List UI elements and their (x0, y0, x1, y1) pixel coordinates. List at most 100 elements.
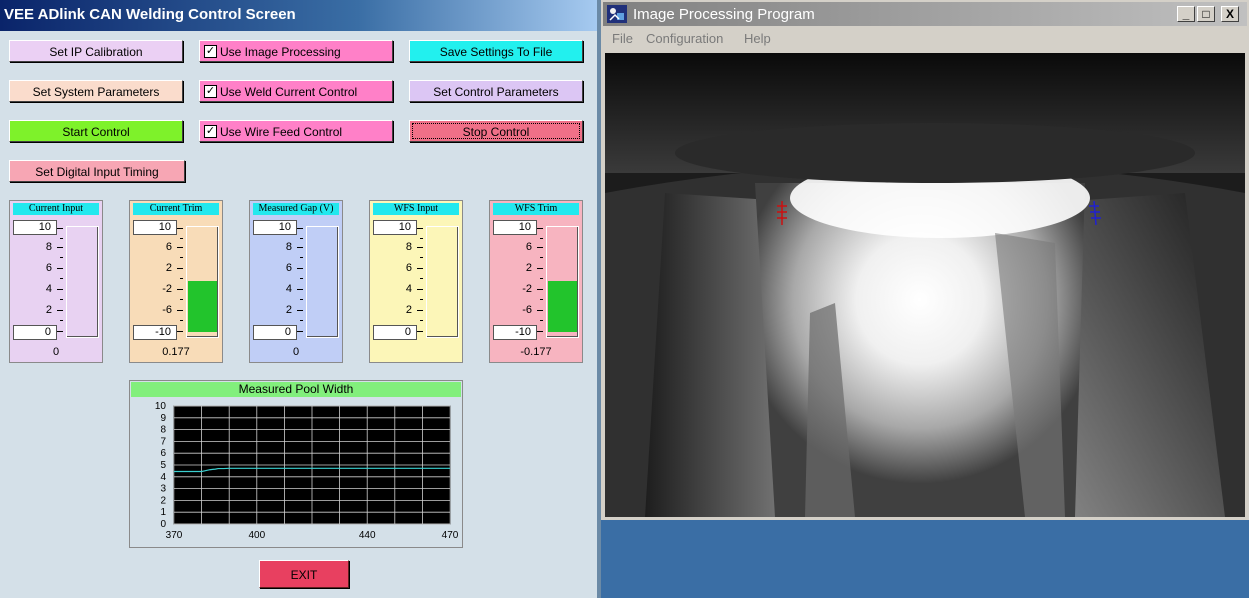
weld-camera-image (605, 53, 1245, 517)
x-tick-label: 470 (442, 530, 459, 541)
gauge-tick (177, 310, 183, 311)
weld-camera-view (605, 53, 1245, 517)
menu-file[interactable]: File (612, 31, 633, 46)
gauge-title: Current Trim (133, 203, 219, 215)
gauge-wfs-trim: WFS Trim 10 -10 -0.177 6 2 -2 -6 (489, 200, 583, 363)
checkbox-label: Use Wire Feed Control (220, 125, 343, 139)
start-control-button[interactable]: Start Control (9, 120, 183, 142)
gauge-max-input[interactable]: 10 (493, 220, 537, 235)
checkbox-label: Use Weld Current Control (220, 85, 358, 99)
gauge-tick-label: 6 (165, 241, 172, 253)
gauge-tick (177, 247, 183, 248)
gauge-min-input[interactable]: 0 (373, 325, 417, 340)
gauge-tick-label: 8 (405, 241, 412, 253)
gauge-tick (417, 289, 423, 290)
menu-help[interactable]: Help (744, 31, 771, 46)
maximize-button[interactable]: □ (1197, 6, 1215, 22)
set-ip-calibration-button[interactable]: Set IP Calibration (9, 40, 183, 62)
exit-button[interactable]: EXIT (259, 560, 349, 588)
gauge-current-input: Current Input 10 0 0 8 6 4 2 (9, 200, 103, 363)
set-system-parameters-button[interactable]: Set System Parameters (9, 80, 183, 102)
chart-title: Measured Pool Width (131, 382, 461, 397)
stop-control-button[interactable]: Stop Control (409, 120, 583, 142)
ipw-title-bar: Image Processing Program (603, 2, 1247, 26)
gauge-tick (417, 268, 423, 269)
y-tick-label: 6 (160, 448, 166, 459)
ipw-title-text: Image Processing Program (633, 6, 815, 23)
set-digital-input-timing-button[interactable]: Set Digital Input Timing (9, 160, 185, 182)
gauge-value: -0.177 (520, 346, 552, 358)
gauge-min-input[interactable]: -10 (133, 325, 177, 340)
gauge-tick (537, 310, 543, 311)
use-weld-current-control-checkbox[interactable]: ✓ Use Weld Current Control (199, 80, 393, 102)
gauge-minor-tick (60, 299, 63, 300)
y-tick-label: 9 (160, 413, 166, 424)
use-wire-feed-control-checkbox[interactable]: ✓ Use Wire Feed Control (199, 120, 393, 142)
gauge-max-input[interactable]: 10 (253, 220, 297, 235)
app-icon (607, 5, 627, 23)
y-tick-label: 1 (160, 507, 166, 518)
gauge-minor-tick (300, 278, 303, 279)
gauge-tick (57, 228, 63, 229)
checkbox-mark: ✓ (204, 125, 217, 138)
gauge-tick (537, 228, 543, 229)
gauge-min-input[interactable]: 0 (253, 325, 297, 340)
gauge-tick (537, 289, 543, 290)
gauge-tick (417, 331, 423, 332)
gauge-tick (297, 310, 303, 311)
gauge-minor-tick (540, 238, 543, 239)
gauge-tick (57, 247, 63, 248)
gauge-tick (177, 331, 183, 332)
y-tick-label: 7 (160, 436, 166, 447)
gauge-minor-tick (540, 257, 543, 258)
gauge-tick (297, 268, 303, 269)
gauge-minor-tick (300, 238, 303, 239)
gauge-tick (177, 289, 183, 290)
gauge-tick-label: 6 (45, 262, 52, 274)
save-settings-button[interactable]: Save Settings To File (409, 40, 583, 62)
gauge-minor-tick (420, 278, 423, 279)
gauge-tick-label: 2 (285, 304, 292, 316)
minimize-button[interactable]: _ (1177, 6, 1195, 22)
gauge-max-input[interactable]: 10 (373, 220, 417, 235)
checkbox-label: Use Image Processing (220, 45, 341, 59)
gauge-min-input[interactable]: 0 (13, 325, 57, 340)
gauge-minor-tick (60, 238, 63, 239)
gauge-max-input[interactable]: 10 (133, 220, 177, 235)
x-tick-label: 400 (248, 530, 265, 541)
x-tick-label: 370 (166, 530, 183, 541)
gauge-value: 0 (292, 346, 300, 358)
gauge-minor-tick (180, 257, 183, 258)
gauge-tick (297, 289, 303, 290)
menu-configuration[interactable]: Configuration (646, 31, 723, 46)
gauge-minor-tick (60, 257, 63, 258)
gauge-minor-tick (180, 299, 183, 300)
gauge-tick (57, 310, 63, 311)
gauge-bar (306, 226, 339, 338)
y-tick-label: 10 (155, 401, 167, 412)
gauge-wfs-input: WFS Input 10 0 8 6 4 2 (369, 200, 463, 363)
gauge-minor-tick (180, 238, 183, 239)
gauge-fill (188, 280, 217, 333)
gauge-measured-gap-v: Measured Gap (V) 10 0 0 8 6 4 2 (249, 200, 343, 363)
y-tick-label: 4 (160, 472, 166, 483)
y-tick-label: 3 (160, 484, 166, 495)
gauge-minor-tick (300, 320, 303, 321)
gauge-value: 0.177 (162, 346, 190, 358)
checkbox-mark: ✓ (204, 85, 217, 98)
gauge-tick-label: 6 (405, 262, 412, 274)
gauge-tick-label: -2 (522, 283, 532, 295)
gauge-tick-label: 4 (285, 283, 292, 295)
y-tick-label: 5 (160, 460, 166, 471)
close-button[interactable]: X (1221, 6, 1239, 22)
gauge-tick (57, 331, 63, 332)
gauge-tick (57, 268, 63, 269)
gauge-minor-tick (300, 299, 303, 300)
set-control-parameters-button[interactable]: Set Control Parameters (409, 80, 583, 102)
use-image-processing-checkbox[interactable]: ✓ Use Image Processing (199, 40, 393, 62)
gauge-max-input[interactable]: 10 (13, 220, 57, 235)
gauge-min-input[interactable]: -10 (493, 325, 537, 340)
gauge-tick (177, 268, 183, 269)
gauge-tick-label: 4 (405, 283, 412, 295)
vee-title-bar: VEE ADlink CAN Welding Control Screen (0, 0, 597, 31)
